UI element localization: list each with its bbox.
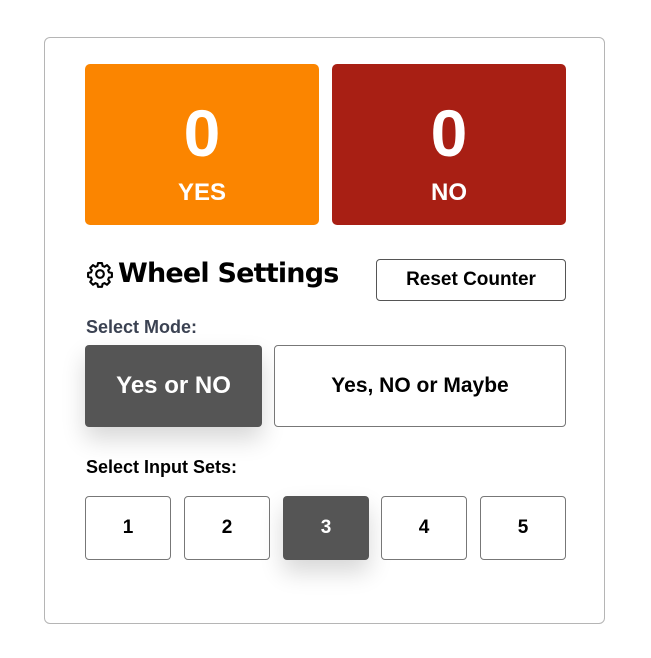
input-set-3-button[interactable]: 3 (283, 496, 369, 560)
input-set-1-button[interactable]: 1 (85, 496, 171, 560)
yes-label: YES (177, 179, 227, 206)
yes-count: 0 (183, 96, 221, 170)
settings-title: Wheel Settings (118, 258, 339, 289)
mode-yes-no-maybe-button[interactable]: Yes, NO or Maybe (274, 345, 566, 427)
input-set-4-button[interactable]: 4 (381, 496, 467, 560)
mode-yes-no-button[interactable]: Yes or NO (85, 345, 262, 427)
yes-counter: 0 YES (85, 64, 319, 225)
input-set-5-button[interactable]: 5 (480, 496, 566, 560)
settings-heading: Wheel Settings (86, 256, 339, 292)
select-mode-label: Select Mode: (86, 317, 198, 337)
input-set-2-button[interactable]: 2 (184, 496, 270, 560)
no-counter: 0 NO (332, 64, 566, 225)
no-label: NO (431, 179, 467, 206)
gear-icon (87, 261, 113, 288)
select-input-sets-label: Select Input Sets: (86, 457, 238, 477)
reset-counter-button[interactable]: Reset Counter (376, 259, 566, 301)
no-count: 0 (430, 96, 468, 170)
